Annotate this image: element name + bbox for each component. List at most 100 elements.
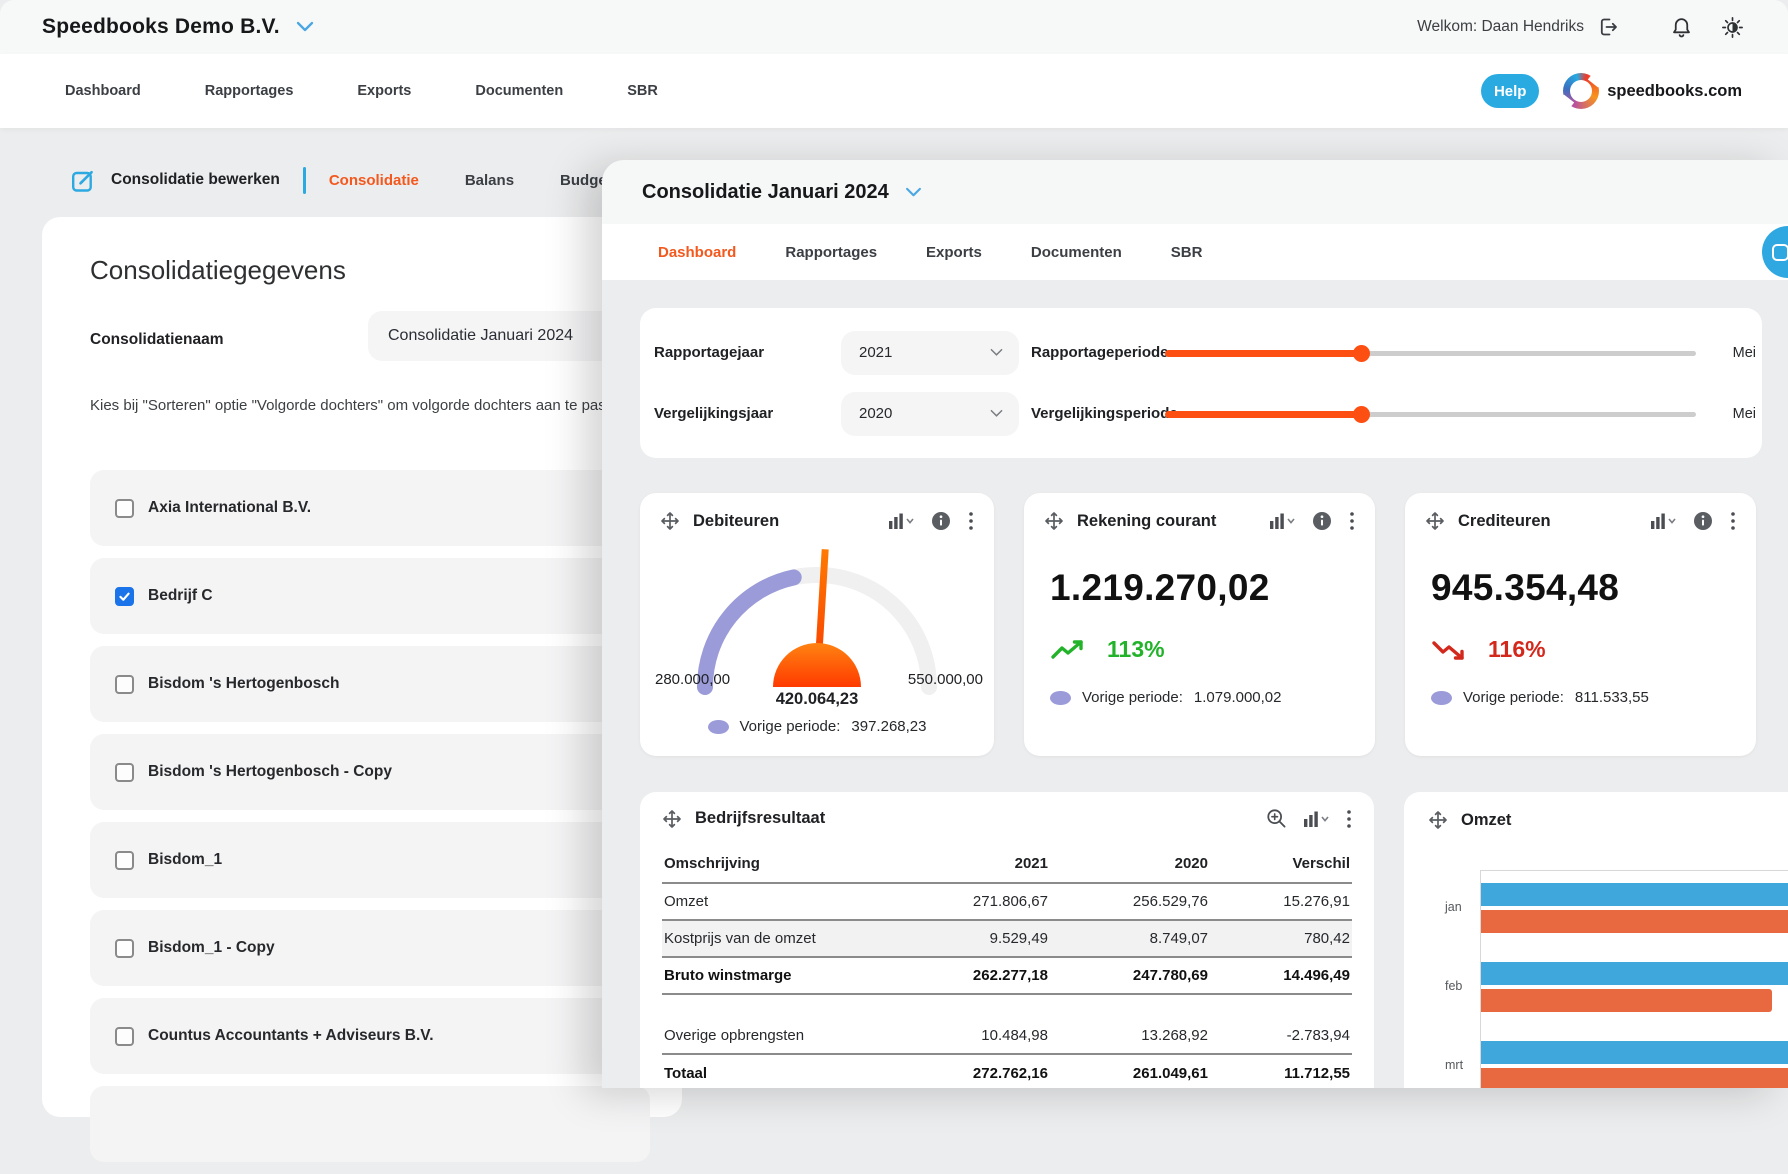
window-icon	[1772, 244, 1788, 261]
chart-type-button[interactable]	[889, 512, 914, 530]
cell: Kostprijs van de omzet	[662, 920, 890, 957]
list-item-label: Bisdom_1	[148, 851, 222, 869]
checkbox[interactable]	[115, 1027, 134, 1046]
overlay-tab-documenten[interactable]: Documenten	[1031, 244, 1122, 261]
company-title: Speedbooks Demo B.V.	[42, 15, 280, 39]
panel-expand-button[interactable]	[1762, 226, 1788, 278]
checkbox[interactable]	[115, 851, 134, 870]
overlay-tab-rapportages[interactable]: Rapportages	[785, 244, 877, 261]
overlay-tab-exports[interactable]: Exports	[926, 244, 982, 261]
drag-handle[interactable]	[662, 809, 682, 829]
nav-item-exports[interactable]: Exports	[357, 83, 411, 99]
bell-icon	[1670, 16, 1693, 39]
legend-label: Vorige periode:	[1082, 689, 1183, 706]
bar-orange	[1481, 910, 1788, 933]
crediteuren-card: Crediteuren 945.354,48 116% Vorige perio…	[1405, 493, 1756, 756]
results-table: Omschrijving 2021 2020 Verschil Omzet 27…	[662, 845, 1352, 1088]
debiteuren-card: Debiteuren 280.00	[640, 493, 994, 756]
legend-label: Vorige periode:	[1463, 689, 1564, 706]
compare-period-slider[interactable]	[1165, 405, 1696, 423]
list-item-partial	[90, 1086, 650, 1162]
info-button[interactable]	[931, 511, 951, 531]
checkbox[interactable]	[115, 939, 134, 958]
compare-period-value: Mei	[1720, 406, 1756, 422]
menu-button[interactable]	[1346, 809, 1352, 829]
drag-handle[interactable]	[1428, 810, 1448, 830]
nav-item-documenten[interactable]: Documenten	[475, 83, 563, 99]
kebab-icon	[1346, 809, 1352, 829]
subsidiary-list: Axia International B.V. Bedrijf C Bisdom…	[90, 470, 650, 1174]
tab-balans[interactable]: Balans	[465, 172, 514, 189]
card-title: Omzet	[1461, 811, 1788, 830]
list-item-label: Axia International B.V.	[148, 499, 311, 517]
consolidation-settings-card: Consolidatiegegevens Consolidatienaam Ki…	[42, 217, 682, 1117]
help-button[interactable]: Help	[1481, 74, 1539, 108]
nav-item-rapportages[interactable]: Rapportages	[205, 83, 294, 99]
consolidation-edit-row: Consolidatie bewerken Consolidatie Balan…	[70, 164, 658, 196]
nav-item-dashboard[interactable]: Dashboard	[65, 83, 141, 99]
info-button[interactable]	[1312, 511, 1332, 531]
slider-thumb[interactable]	[1353, 406, 1370, 423]
chart-type-button[interactable]	[1270, 512, 1295, 530]
edit-button[interactable]	[70, 167, 97, 194]
previous-period-legend: Vorige periode: 811.533,55	[1431, 689, 1736, 706]
legend-dot-icon	[1431, 691, 1452, 705]
table-row: Totaal 272.762,16 261.049,61 11.712,55	[662, 1054, 1352, 1088]
overlay-tab-dashboard[interactable]: Dashboard	[658, 244, 736, 261]
report-period-value: Mei	[1720, 345, 1756, 361]
brand-text: speedbooks.com	[1607, 82, 1742, 101]
kpi-cards-row: Debiteuren 280.00	[640, 493, 1756, 756]
report-period-slider[interactable]	[1165, 344, 1696, 362]
bar-group: mrt	[1481, 1041, 1788, 1088]
checkbox[interactable]	[115, 763, 134, 782]
logout-button[interactable]	[1596, 15, 1620, 39]
bar-group: feb	[1481, 962, 1788, 1012]
bar-blue	[1481, 1041, 1788, 1064]
cell: -2.783,94	[1210, 1017, 1352, 1054]
divider	[303, 167, 306, 194]
info-button[interactable]	[1693, 511, 1713, 531]
bar-orange	[1481, 989, 1772, 1012]
omzet-card: Omzet jan feb mrt	[1404, 792, 1788, 1088]
gauge-max-label: 550.000,00	[908, 671, 983, 688]
column-header: Omschrijving	[662, 845, 890, 883]
drag-handle[interactable]	[660, 511, 680, 531]
cell: 271.806,67	[890, 883, 1050, 920]
checkbox[interactable]	[115, 675, 134, 694]
notifications-button[interactable]	[1670, 16, 1693, 39]
trend-up-icon	[1050, 638, 1090, 662]
menu-button[interactable]	[1349, 511, 1355, 531]
table-row: Bruto winstmarge 262.277,18 247.780,69 1…	[662, 957, 1352, 994]
menu-button[interactable]	[968, 511, 974, 531]
column-header: 2020	[1050, 845, 1210, 883]
consolidation-dashboard-overlay: Consolidatie Januari 2024 Dashboard Rapp…	[602, 160, 1788, 1088]
chart-type-button[interactable]	[1304, 810, 1329, 828]
company-chevron-icon[interactable]	[296, 21, 314, 33]
drag-handle[interactable]	[1425, 511, 1445, 531]
overlay-tab-sbr[interactable]: SBR	[1171, 244, 1203, 261]
column-header: 2021	[890, 845, 1050, 883]
checkbox[interactable]	[115, 499, 134, 518]
magnifier-plus-icon	[1266, 808, 1287, 829]
slider-thumb[interactable]	[1353, 345, 1370, 362]
list-item-label: Bisdom_1 - Copy	[148, 939, 275, 957]
chart-type-button[interactable]	[1651, 512, 1676, 530]
report-year-select[interactable]: 2021	[841, 331, 1019, 375]
period-filters-card: Rapportagejaar 2021 Rapportageperiode Me…	[640, 308, 1762, 458]
compare-year-select[interactable]: 2020	[841, 392, 1019, 436]
zoom-button[interactable]	[1266, 808, 1287, 829]
cell: 11.712,55	[1210, 1054, 1352, 1088]
nav-item-sbr[interactable]: SBR	[627, 83, 658, 99]
tab-consolidatie[interactable]: Consolidatie	[329, 172, 419, 189]
list-item: Bisdom 's Hertogenbosch - Copy	[90, 734, 650, 810]
card-title: Bedrijfsresultaat	[695, 809, 1266, 828]
legend-dot-icon	[1050, 691, 1071, 705]
move-icon	[1428, 810, 1448, 830]
theme-toggle-button[interactable]	[1721, 16, 1744, 39]
speedbooks-logo-icon	[1563, 73, 1599, 109]
overlay-title-chevron-icon[interactable]	[905, 187, 922, 198]
menu-button[interactable]	[1730, 511, 1736, 531]
drag-handle[interactable]	[1044, 511, 1064, 531]
checkbox[interactable]	[115, 587, 134, 606]
chevron-down-icon	[990, 409, 1003, 418]
